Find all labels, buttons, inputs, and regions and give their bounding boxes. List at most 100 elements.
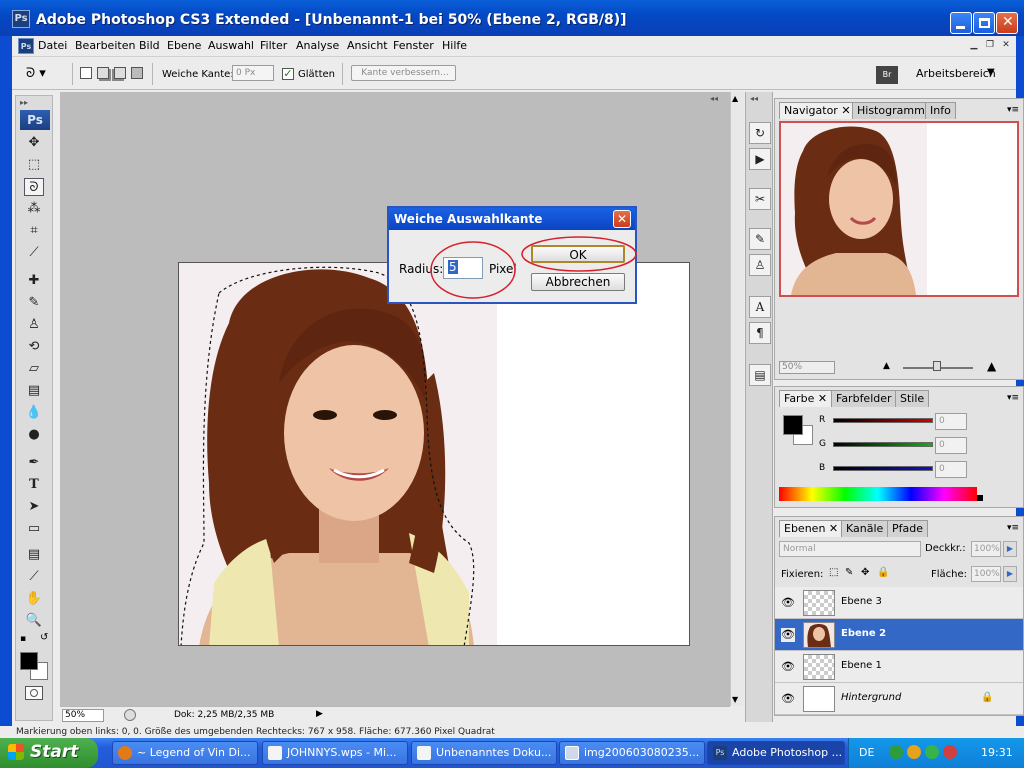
shape-tool-icon[interactable]: ▭ — [24, 520, 44, 538]
tab-pfade[interactable]: Pfade — [887, 520, 928, 537]
menu-ebene[interactable]: Ebene — [167, 39, 201, 52]
menu-hilfe[interactable]: Hilfe — [442, 39, 467, 52]
menu-auswahl[interactable]: Auswahl — [208, 39, 254, 52]
magic-wand-tool-icon[interactable]: ⁂ — [24, 200, 44, 218]
red-value-input[interactable]: 0 — [935, 413, 967, 430]
lock-all-icon[interactable]: 🔒 — [877, 567, 889, 578]
zoom-tool-icon[interactable]: 🔍 — [24, 612, 44, 630]
tool-presets-icon[interactable]: ✂ — [749, 188, 771, 210]
green-value-input[interactable]: 0 — [935, 437, 967, 454]
zoom-in-icon[interactable]: ▲ — [987, 359, 996, 373]
black-swatch[interactable] — [977, 495, 983, 501]
taskbar-item-unbenanntes[interactable]: Unbenanntes Doku... — [411, 741, 557, 765]
layer-row-ebene-3[interactable]: 👁 Ebene 3 — [775, 587, 1023, 619]
swap-colors-icon[interactable]: ↺ — [40, 632, 48, 643]
blend-mode-select[interactable]: Normal — [779, 541, 921, 557]
red-slider[interactable] — [833, 418, 933, 423]
marquee-tool-icon[interactable]: ⬚ — [24, 156, 44, 174]
pen-tool-icon[interactable]: ✒ — [24, 454, 44, 472]
document-icon[interactable]: Ps — [18, 38, 34, 54]
ps-logo[interactable]: Ps — [20, 110, 50, 130]
visibility-eye-icon[interactable]: 👁 — [781, 660, 795, 674]
language-indicator[interactable]: DE — [859, 746, 874, 759]
chevron-down-icon[interactable]: ▼ — [987, 67, 995, 78]
visibility-eye-icon[interactable]: 👁 — [781, 596, 795, 610]
clone-source-icon[interactable]: ♙ — [749, 254, 771, 276]
tab-kanaele[interactable]: Kanäle — [841, 520, 889, 537]
status-menu-arrow-icon[interactable]: ▶ — [316, 709, 323, 719]
layer-comps-icon[interactable]: ▤ — [749, 364, 771, 386]
blue-value-input[interactable]: 0 — [935, 461, 967, 478]
menu-ansicht[interactable]: Ansicht — [347, 39, 388, 52]
menu-filter[interactable]: Filter — [260, 39, 287, 52]
brush-tool-icon[interactable]: ✎ — [24, 294, 44, 312]
bridge-icon[interactable]: Br — [876, 66, 898, 84]
default-colors-icon[interactable]: ▪ — [20, 634, 26, 644]
opacity-input[interactable]: 100% — [971, 541, 1001, 557]
zoom-out-icon[interactable]: ▲ — [883, 361, 890, 371]
menu-bild[interactable]: Bild — [139, 39, 160, 52]
menu-fenster[interactable]: Fenster — [393, 39, 434, 52]
slice-tool-icon[interactable]: ⟋ — [24, 244, 44, 262]
eraser-tool-icon[interactable]: ▱ — [24, 360, 44, 378]
notes-tool-icon[interactable]: ▤ — [24, 546, 44, 564]
visibility-eye-icon[interactable]: 👁 — [781, 628, 795, 642]
layer-row-ebene-1[interactable]: 👁 Ebene 1 — [775, 651, 1023, 683]
color-spectrum-bar[interactable] — [779, 487, 977, 501]
add-selection-icon[interactable] — [97, 67, 109, 79]
zoom-level-field[interactable]: 50% — [62, 709, 104, 722]
tray-icon-security[interactable] — [943, 745, 957, 759]
scroll-up-icon[interactable]: ▲ — [732, 94, 738, 103]
move-tool-icon[interactable]: ✥ — [24, 134, 44, 152]
healing-brush-icon[interactable]: ✚ — [24, 272, 44, 290]
intersect-selection-icon[interactable] — [131, 67, 143, 79]
actions-panel-icon[interactable]: ▶ — [749, 148, 771, 170]
collapse-icon[interactable]: ◂◂ — [710, 94, 718, 103]
menu-datei[interactable]: Datei — [38, 39, 67, 52]
eyedropper-tool-icon[interactable]: ⟋ — [24, 568, 44, 586]
foreground-swatch[interactable] — [783, 415, 803, 435]
menu-bearbeiten[interactable]: Bearbeiten — [75, 39, 135, 52]
tray-icon-safely-remove[interactable] — [925, 745, 939, 759]
tab-info[interactable]: Info — [925, 102, 956, 119]
taskbar-item-firefox[interactable]: ~ Legend of Vin Di... — [112, 741, 258, 765]
opacity-arrow-icon[interactable]: ▶ — [1003, 541, 1017, 557]
lock-transparency-icon[interactable]: ⬚ — [829, 567, 838, 578]
vertical-scrollbar[interactable]: ▲ ▼ — [730, 92, 744, 706]
taskbar-item-works[interactable]: JOHNNYS.wps - Mi... — [262, 741, 408, 765]
maximize-button[interactable] — [973, 12, 995, 34]
taskbar-item-photoshop[interactable]: Ps Adobe Photoshop ... — [707, 741, 845, 765]
start-button[interactable]: Start — [0, 738, 98, 768]
history-brush-icon[interactable]: ⟲ — [24, 338, 44, 356]
tab-farbe[interactable]: Farbe ✕ — [779, 390, 833, 407]
close-button[interactable]: ✕ — [996, 12, 1018, 34]
minimize-button[interactable] — [950, 12, 972, 34]
gradient-tool-icon[interactable]: ▤ — [24, 382, 44, 400]
smooth-checkbox[interactable]: ✓ — [282, 68, 294, 80]
character-panel-icon[interactable]: A — [749, 296, 771, 318]
hand-tool-icon[interactable]: ✋ — [24, 590, 44, 608]
blur-tool-icon[interactable]: 💧 — [24, 404, 44, 422]
foreground-color-swatch[interactable] — [20, 652, 38, 670]
green-slider[interactable] — [833, 442, 933, 447]
scroll-down-icon[interactable]: ▼ — [732, 695, 738, 704]
blue-slider[interactable] — [833, 466, 933, 471]
tab-navigator[interactable]: Navigator ✕ — [779, 102, 856, 119]
expand-icon[interactable]: ◂◂ — [750, 94, 758, 103]
workspace-menu[interactable]: Arbeitsbereich — [916, 67, 996, 80]
refine-edge-button[interactable]: Kante verbessern... — [351, 65, 456, 81]
lasso-tool-icon[interactable]: ᘐ — [24, 178, 44, 196]
lock-position-icon[interactable]: ✥ — [861, 567, 869, 578]
stamp-tool-icon[interactable]: ♙ — [24, 316, 44, 334]
doc-restore-button[interactable]: ❐ — [984, 40, 996, 51]
panel-menu-icon[interactable]: ▾≡ — [1007, 523, 1019, 533]
tab-stile[interactable]: Stile — [895, 390, 930, 407]
new-selection-icon[interactable] — [80, 67, 92, 79]
taskbar-item-image[interactable]: img200603080235... — [559, 741, 705, 765]
visibility-eye-icon[interactable]: 👁 — [781, 692, 795, 706]
tab-histogramm[interactable]: Histogramm — [852, 102, 930, 119]
doc-close-button[interactable]: ✕ — [1000, 40, 1012, 51]
photoshop-app-icon[interactable]: Ps — [12, 10, 30, 28]
subtract-selection-icon[interactable] — [114, 67, 126, 79]
paragraph-panel-icon[interactable]: ¶ — [749, 322, 771, 344]
